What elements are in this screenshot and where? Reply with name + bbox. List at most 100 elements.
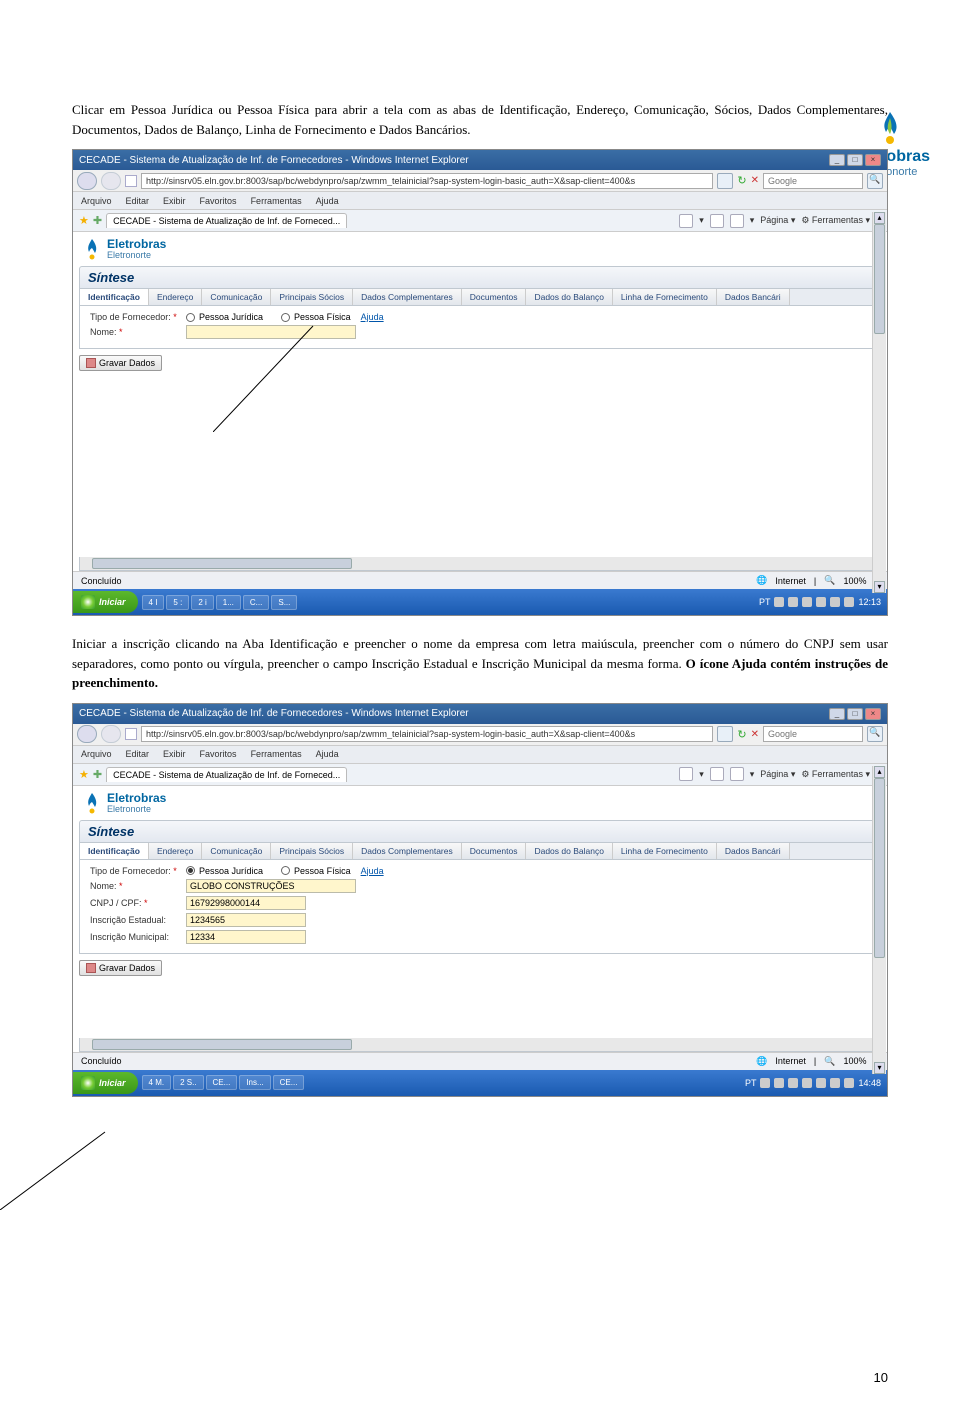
task-item[interactable]: 2 i — [191, 595, 213, 610]
tab-comunicacao[interactable]: Comunicação — [202, 843, 271, 859]
toolbar-pagina[interactable]: Página ▾ — [760, 769, 795, 780]
menu-exibir[interactable]: Exibir — [163, 196, 186, 206]
tab-endereco[interactable]: Endereço — [149, 843, 202, 859]
tab-comunicacao[interactable]: Comunicação — [202, 289, 271, 305]
tab-balanco[interactable]: Dados do Balanço — [526, 289, 612, 305]
input-insc-mun[interactable] — [186, 930, 306, 944]
tray-icon[interactable] — [802, 1078, 812, 1088]
tray-icon[interactable] — [830, 1078, 840, 1088]
tab-socios[interactable]: Principais Sócios — [271, 843, 353, 859]
feed-icon[interactable] — [710, 214, 724, 228]
menu-arquivo[interactable]: Arquivo — [81, 749, 112, 759]
back-button[interactable] — [77, 725, 97, 743]
tab-documentos[interactable]: Documentos — [462, 289, 527, 305]
tab-endereco[interactable]: Endereço — [149, 289, 202, 305]
lang-indicator[interactable]: PT — [745, 1078, 757, 1088]
minimize-button[interactable]: _ — [829, 154, 845, 166]
start-button[interactable]: Iniciar — [73, 1072, 138, 1094]
tray-icon[interactable] — [788, 597, 798, 607]
gravar-button[interactable]: Gravar Dados — [79, 960, 162, 976]
close-button[interactable]: × — [865, 708, 881, 720]
task-item[interactable]: 4 M. — [142, 1075, 172, 1090]
menu-favoritos[interactable]: Favoritos — [200, 749, 237, 759]
tray-icon[interactable] — [774, 597, 784, 607]
refresh-icon[interactable]: ↻ — [737, 174, 746, 187]
task-item[interactable]: C... — [243, 595, 269, 610]
tray-icon[interactable] — [844, 1078, 854, 1088]
start-button[interactable]: Iniciar — [73, 591, 138, 613]
radio-pf[interactable] — [281, 866, 290, 875]
home-icon[interactable] — [679, 214, 693, 228]
menu-editar[interactable]: Editar — [126, 749, 150, 759]
browser-tab[interactable]: CECADE - Sistema de Atualização de Inf. … — [106, 213, 347, 228]
gravar-button[interactable]: Gravar Dados — [79, 355, 162, 371]
search-input[interactable] — [763, 726, 863, 742]
tab-bancarios[interactable]: Dados Bancári — [717, 843, 790, 859]
tray-icon[interactable] — [816, 1078, 826, 1088]
menu-ferramentas[interactable]: Ferramentas — [251, 196, 302, 206]
h-scrollbar[interactable] — [79, 1038, 881, 1052]
favorites-icon[interactable]: ★ — [79, 768, 89, 781]
tab-socios[interactable]: Principais Sócios — [271, 289, 353, 305]
url-input[interactable] — [141, 173, 713, 189]
input-nome[interactable] — [186, 879, 356, 893]
print-icon[interactable] — [730, 214, 744, 228]
zoom-icon[interactable]: 🔍 — [824, 1056, 835, 1067]
search-input[interactable] — [763, 173, 863, 189]
forward-button[interactable] — [101, 172, 121, 190]
input-nome[interactable] — [186, 325, 356, 339]
radio-pj[interactable] — [186, 313, 195, 322]
menu-exibir[interactable]: Exibir — [163, 749, 186, 759]
radio-pf[interactable] — [281, 313, 290, 322]
v-scrollbar[interactable]: ▴ ▾ — [872, 212, 886, 593]
task-item[interactable]: 1... — [216, 595, 241, 610]
tray-icon[interactable] — [844, 597, 854, 607]
tab-fornecimento[interactable]: Linha de Fornecimento — [613, 289, 717, 305]
ajuda-link[interactable]: Ajuda — [361, 866, 384, 876]
tab-complementares[interactable]: Dados Complementares — [353, 843, 462, 859]
tab-fornecimento[interactable]: Linha de Fornecimento — [613, 843, 717, 859]
tray-icon[interactable] — [830, 597, 840, 607]
lang-indicator[interactable]: PT — [759, 597, 771, 607]
menu-favoritos[interactable]: Favoritos — [200, 196, 237, 206]
add-favorite-icon[interactable]: ✚ — [93, 768, 102, 781]
menu-editar[interactable]: Editar — [126, 196, 150, 206]
v-scrollbar[interactable]: ▴ ▾ — [872, 766, 886, 1074]
radio-pj[interactable] — [186, 866, 195, 875]
task-item[interactable]: CE... — [273, 1075, 305, 1090]
zoom-icon[interactable]: 🔍 — [824, 575, 835, 586]
add-favorite-icon[interactable]: ✚ — [93, 214, 102, 227]
tab-identificacao[interactable]: Identificação — [80, 289, 149, 305]
print-icon[interactable] — [730, 767, 744, 781]
refresh-icon[interactable]: ↻ — [737, 728, 746, 741]
url-input[interactable] — [141, 726, 713, 742]
task-item[interactable]: S... — [271, 595, 297, 610]
tray-icon[interactable] — [816, 597, 826, 607]
close-button[interactable]: × — [865, 154, 881, 166]
minimize-button[interactable]: _ — [829, 708, 845, 720]
ajuda-link[interactable]: Ajuda — [361, 312, 384, 322]
tray-icon[interactable] — [788, 1078, 798, 1088]
stop-icon[interactable]: ✕ — [751, 175, 759, 186]
menu-ajuda[interactable]: Ajuda — [316, 749, 339, 759]
task-item[interactable]: CE... — [206, 1075, 238, 1090]
tray-icon[interactable] — [760, 1078, 770, 1088]
go-button[interactable] — [717, 726, 733, 742]
task-item[interactable]: 5 : — [166, 595, 189, 610]
home-icon[interactable] — [679, 767, 693, 781]
search-go-button[interactable]: 🔍 — [867, 173, 883, 189]
maximize-button[interactable]: □ — [847, 154, 863, 166]
h-scrollbar[interactable] — [79, 557, 881, 571]
feed-icon[interactable] — [710, 767, 724, 781]
tab-bancarios[interactable]: Dados Bancári — [717, 289, 790, 305]
back-button[interactable] — [77, 172, 97, 190]
task-item[interactable]: 4 I — [142, 595, 165, 610]
toolbar-pagina[interactable]: Página ▾ — [760, 215, 795, 226]
task-item[interactable]: 2 S.. — [173, 1075, 203, 1090]
toolbar-ferramentas[interactable]: ⚙ Ferramentas ▾ — [801, 215, 870, 226]
menu-arquivo[interactable]: Arquivo — [81, 196, 112, 206]
menu-ferramentas[interactable]: Ferramentas — [251, 749, 302, 759]
menu-ajuda[interactable]: Ajuda — [316, 196, 339, 206]
task-item[interactable]: Ins... — [239, 1075, 270, 1090]
maximize-button[interactable]: □ — [847, 708, 863, 720]
